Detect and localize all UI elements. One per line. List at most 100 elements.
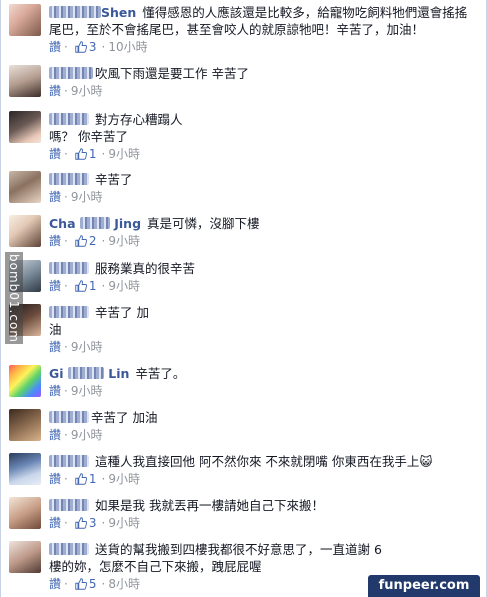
commenter-name[interactable]: [49, 111, 91, 128]
commenter-name[interactable]: [49, 65, 95, 82]
redacted-name: [79, 217, 110, 229]
timestamp[interactable]: 9小時: [108, 234, 140, 248]
avatar[interactable]: [9, 453, 41, 485]
timestamp[interactable]: 9小時: [71, 384, 103, 398]
timestamp[interactable]: 9小時: [71, 190, 103, 204]
comment-item: 辛苦了 讚 · 9小時: [1, 171, 486, 211]
comment-meta: 讚 · 2 · 9小時: [49, 234, 140, 248]
timestamp[interactable]: 9小時: [108, 472, 140, 486]
like-count[interactable]: 1: [89, 279, 97, 293]
comment-item: 服務業真的很辛苦 讚 · 1 · 9小時: [1, 260, 486, 300]
site-watermark-badge: funpeer.com: [368, 575, 480, 597]
redacted-name: [49, 113, 89, 125]
redacted-name: [49, 173, 89, 185]
thumbs-up-icon: [75, 235, 87, 247]
like-button[interactable]: 讚: [49, 40, 61, 54]
like-button[interactable]: 讚: [49, 577, 61, 591]
avatar[interactable]: [9, 4, 41, 36]
commenter-name[interactable]: [49, 453, 91, 470]
redacted-name: [49, 262, 89, 274]
thumbs-up-icon: [75, 280, 87, 292]
comment-text: 送貨的幫我搬到四樓我都很不好意思了，一直道謝 6樓的妳，怎麼不自己下來搬，跩屁屁…: [49, 542, 382, 574]
commenter-name[interactable]: [49, 497, 91, 514]
comment-meta: 讚 · 3 · 9小時: [49, 516, 140, 530]
commenter-name[interactable]: Shen: [49, 4, 138, 21]
comment-item: 辛苦了 加油 讚 · 9小時: [1, 409, 486, 449]
avatar[interactable]: [9, 171, 41, 203]
comment-meta: 讚 · 9小時: [49, 190, 103, 204]
comment-meta: 讚 · 1 · 9小時: [49, 472, 140, 486]
timestamp[interactable]: 9小時: [71, 84, 103, 98]
commenter-name[interactable]: [49, 541, 91, 558]
comment-text: 吹風下雨還是要工作 辛苦了: [95, 66, 249, 81]
like-count[interactable]: 1: [89, 472, 97, 486]
like-count[interactable]: 3: [89, 516, 97, 530]
timestamp[interactable]: 9小時: [108, 147, 140, 161]
redacted-name: [49, 306, 89, 318]
avatar[interactable]: [9, 409, 41, 441]
thumbs-up-icon: [75, 148, 87, 160]
comment-meta: 讚 · 1 · 9小時: [49, 279, 140, 293]
commenter-name[interactable]: [49, 171, 91, 188]
comment-text: 這種人我直接回他 阿不然你來 不來就閉嘴 你東西在我手上😺: [94, 454, 433, 469]
comment-text: 辛苦了 加油: [91, 410, 158, 425]
commenter-name[interactable]: [49, 304, 91, 321]
like-button[interactable]: 讚: [49, 340, 61, 354]
like-button[interactable]: 讚: [49, 428, 61, 442]
like-button[interactable]: 讚: [49, 234, 61, 248]
comment-item: 吹風下雨還是要工作 辛苦了 讚 · 9小時: [1, 65, 486, 105]
thumbs-up-icon: [75, 578, 87, 590]
comment-meta: 讚 · 9小時: [49, 84, 103, 98]
comment-text: 服務業真的很辛苦: [94, 261, 195, 276]
like-button[interactable]: 讚: [49, 279, 61, 293]
like-count[interactable]: 2: [89, 234, 97, 248]
redacted-name: [49, 6, 101, 18]
timestamp[interactable]: 10小時: [108, 40, 147, 54]
comment-meta: 讚 · 9小時: [49, 384, 103, 398]
comment-item: Cha Jing 真是可憐，沒腳下樓 讚 · 2 · 9小時: [1, 215, 486, 255]
like-button[interactable]: 讚: [49, 384, 61, 398]
like-count[interactable]: 5: [89, 577, 97, 591]
commenter-name[interactable]: Gi Lin: [49, 365, 131, 382]
side-watermark: bomb01.com: [5, 252, 23, 344]
comment-meta: 讚 · 3 · 10小時: [49, 40, 148, 54]
timestamp[interactable]: 9小時: [71, 428, 103, 442]
like-count[interactable]: 3: [89, 40, 97, 54]
comment-meta: 讚 · 1 · 9小時: [49, 147, 140, 161]
redacted-name: [67, 367, 104, 379]
avatar[interactable]: [9, 215, 41, 247]
avatar[interactable]: [9, 365, 41, 397]
avatar[interactable]: [9, 111, 41, 143]
redacted-name: [49, 455, 89, 467]
commenter-name[interactable]: [49, 260, 91, 277]
comment-thread: Shen 懂得感恩的人應該還是比較多，給寵物吃飼料牠們還會搖搖尾巴，至於不會搖尾…: [0, 0, 487, 597]
comment-item: 對方存心糟蹋人嗎？ 你辛苦了 讚 · 1 · 9小時: [1, 111, 486, 167]
avatar[interactable]: [9, 497, 41, 529]
redacted-name: [49, 67, 93, 79]
timestamp[interactable]: 9小時: [71, 340, 103, 354]
like-button[interactable]: 讚: [49, 190, 61, 204]
thumbs-up-icon: [75, 517, 87, 529]
like-button[interactable]: 讚: [49, 84, 61, 98]
timestamp[interactable]: 9小時: [108, 516, 140, 530]
timestamp[interactable]: 9小時: [108, 279, 140, 293]
redacted-name: [49, 543, 89, 555]
like-button[interactable]: 讚: [49, 516, 61, 530]
thumbs-up-icon: [75, 41, 87, 53]
comment-text: 真是可憐，沒腳下樓: [147, 216, 260, 231]
timestamp[interactable]: 8小時: [108, 577, 140, 591]
comment-item: Shen 懂得感恩的人應該還是比較多，給寵物吃飼料牠們還會搖搖尾巴，至於不會搖尾…: [1, 4, 486, 62]
comment-text: 辛苦了。: [135, 366, 186, 381]
comment-item: 這種人我直接回他 阿不然你來 不來就閉嘴 你東西在我手上😺 讚 · 1 · 9小時: [1, 453, 486, 493]
like-button[interactable]: 讚: [49, 472, 61, 486]
like-count[interactable]: 1: [89, 147, 97, 161]
comment-item: 辛苦了 加油 讚 · 9小時: [1, 304, 486, 360]
avatar[interactable]: [9, 541, 41, 573]
avatar[interactable]: [9, 65, 41, 97]
comment-item: Gi Lin 辛苦了。 讚 · 9小時: [1, 365, 486, 405]
thumbs-up-icon: [75, 473, 87, 485]
like-button[interactable]: 讚: [49, 147, 61, 161]
commenter-name[interactable]: [49, 409, 91, 426]
commenter-name[interactable]: Cha Jing: [49, 215, 143, 232]
comment-meta: 讚 · 9小時: [49, 428, 103, 442]
